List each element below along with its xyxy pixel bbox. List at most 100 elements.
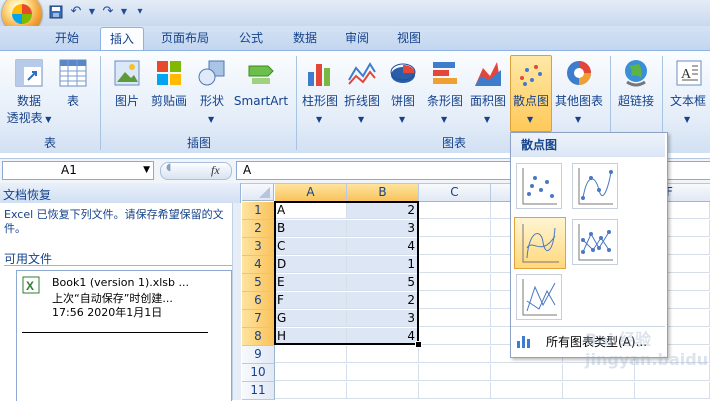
grid-cell[interactable]: 2 <box>347 292 419 309</box>
bar-chart-button[interactable]: 条形图 ▼ <box>424 56 466 132</box>
name-box[interactable]: A1 ▼ <box>2 161 154 180</box>
name-box-dropdown-icon[interactable]: ▼ <box>143 162 150 179</box>
line-chart-button[interactable]: 折线图 ▼ <box>342 56 382 132</box>
tab-formulas[interactable]: 公式 <box>228 27 274 49</box>
all-chart-types-button[interactable]: 所有图表类型(A)... <box>512 330 664 352</box>
column-header-b[interactable]: B <box>347 184 419 202</box>
insert-function-icon[interactable]: fx <box>211 163 220 178</box>
grid-cell[interactable] <box>419 346 491 363</box>
tab-insert[interactable]: 插入 <box>100 27 144 51</box>
grid-cell[interactable]: 3 <box>347 310 419 327</box>
scatter-straight-lines-markers-option[interactable] <box>572 219 618 265</box>
tab-view[interactable]: 视图 <box>386 27 432 49</box>
grid-cell[interactable]: H <box>275 328 347 345</box>
grid-cell[interactable] <box>635 364 710 381</box>
recovered-file-item[interactable]: X Book1 (version 1).xlsb ... 上次“自动保存”时创建… <box>22 276 230 336</box>
grid-cell[interactable] <box>491 364 563 381</box>
area-chart-button[interactable]: 面积图 ▼ <box>468 56 508 132</box>
grid-cell[interactable] <box>419 382 491 399</box>
grid-cell[interactable]: 3 <box>347 220 419 237</box>
formula-tools: ◖ fx <box>160 162 232 180</box>
grid-cell[interactable] <box>419 310 491 327</box>
customize-toolbar-icon[interactable]: ▾ <box>132 4 148 20</box>
select-all-corner[interactable] <box>242 184 274 201</box>
smartart-button[interactable]: SmartArt <box>232 56 290 132</box>
pivot-table-button[interactable]: 数据 透视表 ▼ <box>6 56 52 132</box>
row-header[interactable]: 2 <box>242 220 275 238</box>
divider <box>4 265 236 266</box>
tab-review[interactable]: 审阅 <box>334 27 380 49</box>
grid-cell[interactable] <box>419 238 491 255</box>
grid-cell[interactable] <box>563 364 635 381</box>
grid-cell[interactable] <box>275 364 347 381</box>
group-separator <box>100 56 101 150</box>
grid-cell[interactable] <box>419 256 491 273</box>
grid-cell[interactable] <box>419 202 491 219</box>
grid-cell[interactable]: B <box>275 220 347 237</box>
row-header[interactable]: 3 <box>242 238 275 256</box>
grid-cell[interactable] <box>347 364 419 381</box>
picture-button[interactable]: 图片 <box>108 56 146 132</box>
grid-cell[interactable] <box>419 328 491 345</box>
undo-icon[interactable]: ↶ <box>68 4 84 20</box>
grid-cell[interactable]: 4 <box>347 238 419 255</box>
hyperlink-button[interactable]: 超链接 <box>614 56 658 132</box>
shapes-button[interactable]: 形状 ▼ <box>194 56 230 132</box>
grid-cell[interactable] <box>275 382 347 399</box>
scatter-straight-markers-icon <box>578 224 613 261</box>
other-charts-button[interactable]: 其他图表 ▼ <box>552 56 606 132</box>
row-header[interactable]: 8 <box>242 328 275 346</box>
grid-cell[interactable] <box>347 346 419 363</box>
grid-cell[interactable]: G <box>275 310 347 327</box>
scatter-smooth-lines-markers-option[interactable] <box>572 163 618 209</box>
table-button[interactable]: 表 <box>56 56 90 132</box>
column-chart-button[interactable]: 柱形图 ▼ <box>300 56 340 132</box>
textbox-button[interactable]: A 文本框 ▼ <box>666 56 710 132</box>
grid-cell[interactable] <box>491 382 563 399</box>
row-header[interactable]: 10 <box>242 364 275 382</box>
grid-cell[interactable]: 5 <box>347 274 419 291</box>
grid-cell[interactable]: D <box>275 256 347 273</box>
pie-chart-button[interactable]: 饼图 ▼ <box>384 56 422 132</box>
fill-handle[interactable] <box>415 341 422 348</box>
recovery-message: Excel 已恢复下列文件。请保存希望保留的文件。 <box>4 208 224 235</box>
scatter-markers-only-option[interactable] <box>516 163 562 209</box>
grid-cell[interactable] <box>419 292 491 309</box>
grid-cell[interactable] <box>635 382 710 399</box>
grid-cell[interactable] <box>419 220 491 237</box>
grid-cell[interactable]: E <box>275 274 347 291</box>
row-header[interactable]: 11 <box>242 382 275 400</box>
scatter-straight-lines-option[interactable] <box>516 274 562 320</box>
row-header[interactable]: 6 <box>242 292 275 310</box>
grid-cell[interactable] <box>563 382 635 399</box>
grid-cell[interactable]: F <box>275 292 347 309</box>
tab-page-layout[interactable]: 页面布局 <box>152 27 218 49</box>
grid-cell[interactable] <box>419 364 491 381</box>
redo-icon[interactable]: ↷ <box>100 4 116 20</box>
grid-cell[interactable] <box>419 274 491 291</box>
tab-data[interactable]: 数据 <box>282 27 328 49</box>
row-header[interactable]: 9 <box>242 346 275 364</box>
pane-scrollbar[interactable] <box>232 203 241 400</box>
clip-art-button[interactable]: 剪贴画 <box>148 56 190 132</box>
undo-dropdown-icon[interactable]: ▼ <box>84 4 100 20</box>
grid-cell[interactable] <box>347 382 419 399</box>
group-separator <box>296 56 297 150</box>
grid-cell[interactable]: 1 <box>347 256 419 273</box>
row-header[interactable]: 7 <box>242 310 275 328</box>
column-header-a[interactable]: A <box>275 184 347 202</box>
grid-cell[interactable]: 4 <box>347 328 419 345</box>
column-header-c[interactable]: C <box>419 184 491 202</box>
grid-cell[interactable]: 2 <box>347 202 419 219</box>
row-header[interactable]: 1 <box>242 202 275 220</box>
grid-cell[interactable] <box>275 346 347 363</box>
tab-home[interactable]: 开始 <box>44 27 90 49</box>
scatter-chart-button[interactable]: 散点图 ▼ <box>510 55 552 132</box>
redo-dropdown-icon[interactable]: ▼ <box>116 4 132 20</box>
scatter-smooth-lines-option[interactable] <box>514 217 566 269</box>
row-header[interactable]: 5 <box>242 274 275 292</box>
save-icon[interactable] <box>48 4 64 20</box>
grid-cell[interactable]: A <box>275 202 347 219</box>
grid-cell[interactable]: C <box>275 238 347 255</box>
row-header[interactable]: 4 <box>242 256 275 274</box>
